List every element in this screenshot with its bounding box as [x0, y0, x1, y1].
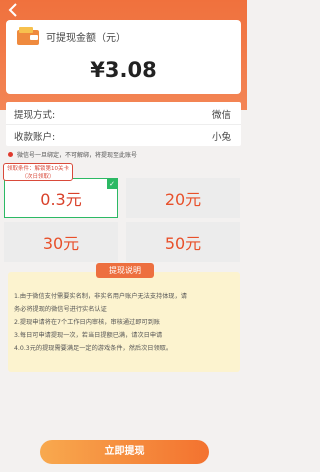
amount-label: 50元 [164, 234, 202, 253]
account-row: 收款账户: 小兔 [14, 126, 231, 146]
account-value: 小兔 [211, 132, 231, 143]
note-text: 微信号一旦绑定，不可解绑，将提现至此账号 [17, 152, 138, 159]
check-icon: ✓ [107, 179, 117, 189]
withdraw-button[interactable]: 立即提现 [40, 440, 209, 464]
tip-line: 4.0.3元的提现需要满足一定的游戏条件，然后次日领取。 [14, 345, 173, 352]
amount-label: 0.3元 [40, 190, 82, 209]
withdraw-info: 提现方式: 微信 收款账户: 小兔 [6, 102, 241, 146]
tip-line: 2.提现申请将在7个工作日内审核，审核通过即可到账 [14, 319, 160, 326]
tip-line: 1.由于微信支付需要实名制，非实名用户账户无法支持体现，请 [14, 293, 187, 300]
balance-card: 可提现金额（元） ¥3.08 [6, 20, 241, 94]
tips-lines: 1.由于微信支付需要实名制，非实名用户账户无法支持体现，请 务必将提现的微信号进… [14, 290, 234, 355]
amount-option-3[interactable]: 50元 [126, 222, 240, 262]
amount-label: 20元 [164, 190, 202, 209]
tip-line: 务必将提现的微信号进行实名认证 [14, 306, 107, 313]
condition-tag: 领取条件：解锁第10关卡 （次日领取） [3, 163, 73, 181]
note-dot [8, 152, 13, 157]
tips-panel: 1.由于微信支付需要实名制，非实名用户账户无法支持体现，请 务必将提现的微信号进… [8, 272, 240, 372]
divider [6, 124, 241, 125]
amount-option-1[interactable]: 20元 [126, 178, 240, 218]
amount-option-0[interactable]: 0.3元 ✓ [4, 178, 118, 218]
amount-label: 30元 [42, 234, 80, 253]
amount-option-2[interactable]: 30元 [4, 222, 118, 262]
tip-line: 3.每日可申请提现一次，若当日提额已满，请次日申请 [14, 332, 163, 339]
condition-line1: 领取条件：解锁第10关卡 [7, 166, 69, 172]
wallet-icon [17, 27, 39, 45]
bind-note: 微信号一旦绑定，不可解绑，将提现至此账号 [8, 150, 137, 159]
method-row: 提现方式: 微信 [14, 104, 231, 124]
balance-value: ¥3.08 [90, 58, 157, 82]
back-arrow-icon[interactable] [6, 2, 22, 18]
account-label: 收款账户: [14, 132, 56, 143]
balance-header: 可提现金额（元） [16, 26, 126, 46]
balance-label: 可提现金额（元） [46, 32, 126, 44]
method-value: 微信 [211, 110, 231, 121]
tips-title: 提现说明 [96, 263, 154, 278]
method-label: 提现方式: [14, 110, 56, 121]
condition-line2: （次日领取） [21, 174, 55, 180]
